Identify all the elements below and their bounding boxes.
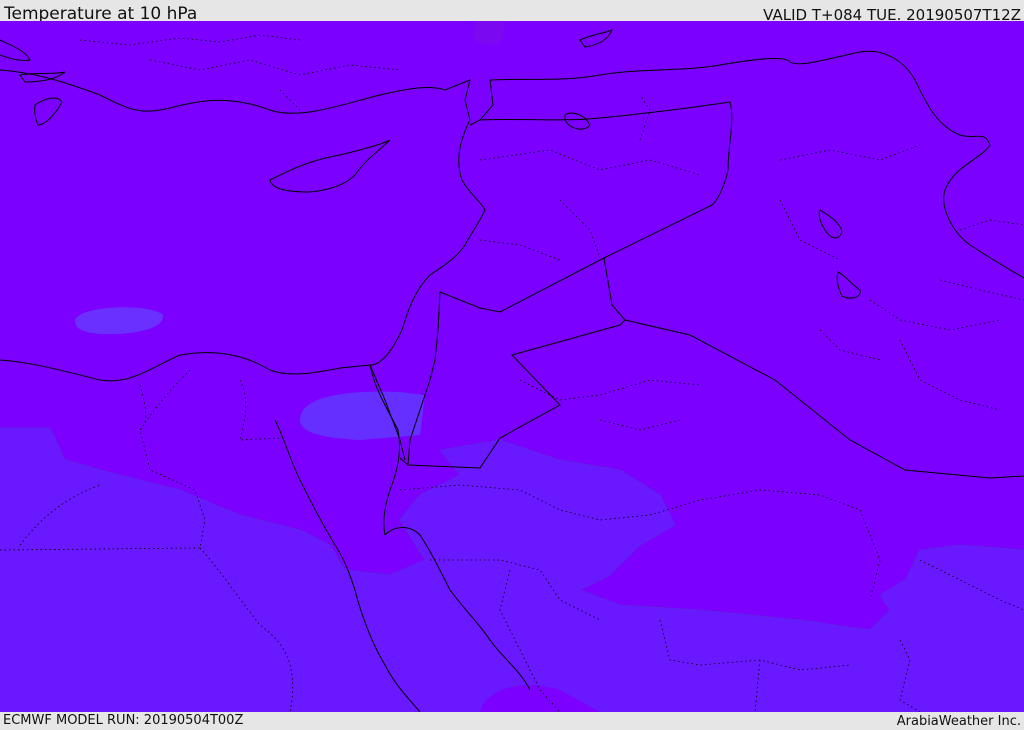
header-bar: Temperature at 10 hPa VALID T+084 TUE. 2… (0, 0, 1024, 24)
temperature-map[interactable] (0, 21, 1024, 712)
footer-bar: ECMWF MODEL RUN: 20190504T00Z ArabiaWeat… (0, 712, 1024, 729)
model-run-label: ECMWF MODEL RUN: 20190504T00Z (3, 713, 244, 728)
field-warm-patch-2 (472, 21, 505, 45)
credit-label: ArabiaWeather Inc. (896, 714, 1021, 729)
